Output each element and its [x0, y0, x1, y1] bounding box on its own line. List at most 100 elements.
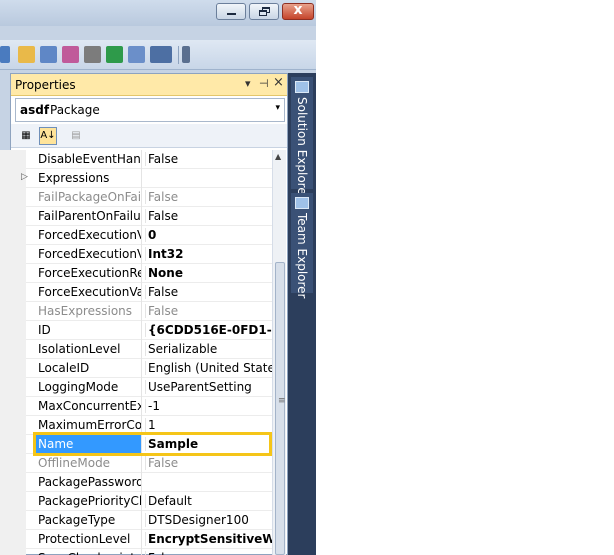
property-row[interactable]: ID {6CDD516E-0FD1-4197	[0, 321, 272, 340]
property-row[interactable]: DisableEventHandlers False	[0, 150, 272, 169]
property-name: ForceExecutionValue	[38, 285, 141, 299]
property-name: ForcedExecutionValueType	[38, 247, 141, 261]
column-divider	[141, 454, 142, 473]
object-type: Package	[50, 103, 100, 117]
property-value[interactable]: EncryptSensitiveWithUserKey	[145, 532, 272, 546]
property-row[interactable]: PackageType DTSDesigner100	[0, 511, 272, 530]
property-value[interactable]: False	[145, 152, 272, 166]
property-value[interactable]: Int32	[145, 247, 272, 261]
property-row[interactable]: LocaleID English (United States)	[0, 359, 272, 378]
property-name: SaveCheckpoints	[38, 551, 141, 555]
property-row[interactable]: MaxConcurrentExecutables -1	[0, 397, 272, 416]
property-row[interactable]: PackagePriorityClass Default	[0, 492, 272, 511]
property-row[interactable]: PackagePassword	[0, 473, 272, 492]
property-name: Expressions	[38, 171, 110, 185]
property-value[interactable]: UseParentSetting	[145, 380, 272, 394]
property-row[interactable]: ▷ Expressions	[0, 169, 272, 188]
property-row[interactable]: FailPackageOnFailure False	[0, 188, 272, 207]
property-row[interactable]: ForceExecutionResult None	[0, 264, 272, 283]
column-divider	[141, 245, 142, 264]
properties-title: Properties	[15, 78, 76, 92]
properties-toolbar: ▦ A↓ ▤	[11, 124, 287, 148]
right-dock: Solution Explorer Team Explorer	[288, 73, 316, 555]
property-value[interactable]: 0	[145, 228, 272, 242]
close-panel-icon[interactable]: ×	[273, 75, 284, 90]
vertical-scrollbar[interactable]: ▲ ≡	[272, 150, 286, 555]
property-row[interactable]: LoggingMode UseParentSetting	[0, 378, 272, 397]
property-name: DisableEventHandlers	[38, 152, 141, 166]
property-name: ForcedExecutionValue	[38, 228, 141, 242]
property-row[interactable]: ForceExecutionValue False	[0, 283, 272, 302]
scroll-up-icon[interactable]: ▲	[275, 152, 281, 161]
property-row[interactable]: FailParentOnFailure False	[0, 207, 272, 226]
column-divider	[141, 321, 142, 340]
row-gutter	[0, 378, 26, 397]
property-row[interactable]: ForcedExecutionValueType Int32	[0, 245, 272, 264]
toolbar-icon-properties[interactable]	[40, 46, 57, 63]
property-row[interactable]: ProtectionLevel EncryptSensitiveWithUserK…	[0, 530, 272, 549]
property-row[interactable]: SaveCheckpoints False	[0, 549, 272, 555]
property-value[interactable]: False	[145, 304, 272, 318]
solution-explorer-icon	[295, 81, 309, 93]
expand-icon[interactable]: ▷	[21, 172, 28, 182]
chevron-down-icon[interactable]: ▾	[275, 103, 280, 113]
property-value[interactable]: False	[145, 285, 272, 299]
categorized-icon[interactable]: ▦	[17, 127, 35, 145]
property-value[interactable]: False	[145, 190, 272, 204]
toolbar-icon-toolbox[interactable]	[128, 46, 145, 63]
row-gutter	[0, 321, 26, 340]
property-value[interactable]: False	[145, 209, 272, 223]
property-name: ID	[38, 323, 51, 337]
toolbar-overflow-icon[interactable]	[182, 46, 190, 63]
property-row[interactable]: HasExpressions False	[0, 302, 272, 321]
property-pages-icon[interactable]: ▤	[67, 127, 85, 145]
property-value[interactable]: {6CDD516E-0FD1-4197	[145, 323, 272, 337]
auto-hide-pin-icon[interactable]: ⊣	[259, 77, 269, 90]
column-divider	[141, 378, 142, 397]
tab-team-explorer[interactable]: Team Explorer	[291, 193, 313, 299]
close-window-button[interactable]: x	[282, 2, 314, 20]
property-name: HasExpressions	[38, 304, 133, 318]
alphabetical-icon[interactable]: A↓	[39, 127, 57, 145]
row-gutter	[0, 226, 26, 245]
toolbar-separator	[178, 46, 179, 64]
toolbar-icon-partial[interactable]	[0, 46, 10, 63]
toolbar-icon-open[interactable]	[18, 46, 35, 63]
tab-solution-explorer[interactable]: Solution Explorer	[291, 77, 313, 200]
scroll-thumb[interactable]: ≡	[275, 262, 286, 555]
minimize-button[interactable]	[216, 3, 246, 20]
object-selector[interactable]: asdf Package ▾	[15, 98, 285, 122]
property-name: OfflineMode	[38, 456, 111, 470]
property-value[interactable]: -1	[145, 399, 272, 413]
row-gutter	[0, 549, 26, 555]
toolbar-icon-tools[interactable]	[84, 46, 101, 63]
row-gutter	[0, 416, 26, 435]
property-value[interactable]: DTSDesigner100	[145, 513, 272, 527]
property-name: PackagePassword	[38, 475, 141, 489]
tab-team-explorer-label: Team Explorer	[295, 213, 309, 299]
property-value[interactable]: False	[145, 456, 272, 470]
column-divider	[141, 264, 142, 283]
column-divider	[141, 530, 142, 549]
maximize-button[interactable]	[249, 3, 279, 20]
toolbar-icon-window-dropdown[interactable]	[150, 46, 172, 63]
property-value[interactable]: None	[145, 266, 272, 280]
property-value[interactable]: Serializable	[145, 342, 272, 356]
window-position-icon[interactable]: ▾	[245, 77, 251, 90]
toolbar-icon-start[interactable]	[106, 46, 123, 63]
property-row[interactable]: OfflineMode False	[0, 454, 272, 473]
column-divider	[141, 150, 142, 169]
property-value[interactable]: English (United States)	[145, 361, 272, 375]
property-row[interactable]: IsolationLevel Serializable	[0, 340, 272, 359]
property-name: ForceExecutionResult	[38, 266, 141, 280]
row-gutter	[0, 188, 26, 207]
row-gutter	[0, 511, 26, 530]
property-value[interactable]: Default	[145, 494, 272, 508]
property-value[interactable]: 1	[145, 418, 272, 432]
row-gutter	[0, 435, 26, 454]
toolbar-icon-object-browser[interactable]	[62, 46, 79, 63]
row-gutter	[0, 359, 26, 378]
property-value[interactable]: False	[145, 551, 272, 555]
property-row[interactable]: ForcedExecutionValue 0	[0, 226, 272, 245]
column-divider	[141, 511, 142, 530]
